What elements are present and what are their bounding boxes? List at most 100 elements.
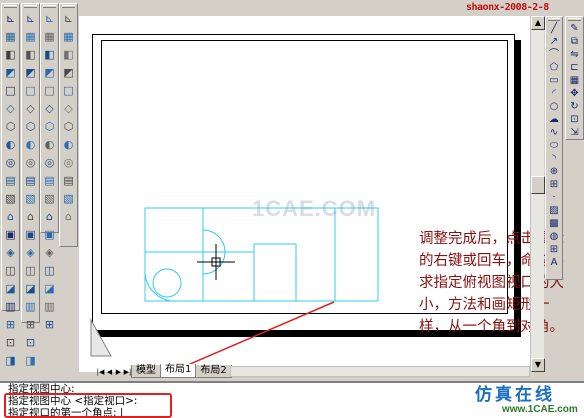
rectangle-icon[interactable]: ▭ [546,75,562,86]
flat-icon[interactable]: ◩ [61,64,77,80]
slice-icon[interactable]: ◎ [42,154,58,170]
light-icon[interactable]: ▤ [61,172,77,188]
zoom-icon[interactable]: ◩ [3,64,19,80]
box-icon[interactable]: ⊾ [42,10,58,26]
scene-icon[interactable]: ◎ [61,154,77,170]
vertical-scrollbar[interactable]: ▲ ▼ [530,16,545,372]
scale-icon[interactable]: ⊡ [567,114,583,125]
scroll-thumb[interactable] [531,176,545,194]
mirror-icon[interactable]: ⇋ [567,49,583,60]
tab-layout1[interactable]: 布局1 [160,364,197,378]
stretch-icon[interactable]: ⇲ [567,127,583,138]
union-icon[interactable]: ◫ [42,262,58,278]
spline-icon[interactable]: ∿ [546,127,562,138]
setup-drawing-icon[interactable]: ⌂ [42,208,58,224]
cylinder-icon[interactable]: ◧ [42,46,58,62]
linetype-icon[interactable]: ◫ [3,262,19,278]
offset-icon[interactable]: ⊏ [567,62,583,73]
subtract-icon[interactable]: ◪ [42,280,58,296]
tab-layout2[interactable]: 布局2 [195,365,232,378]
move-icon[interactable]: ✥ [567,88,583,99]
render-icon[interactable]: ◐ [61,136,77,152]
ucs-z-icon[interactable]: ⌂ [23,208,39,224]
copy-icon[interactable]: ⧉ [567,36,583,47]
point-icon[interactable]: · [546,192,562,203]
ucs-object-icon[interactable]: □ [23,82,39,98]
extrude-icon[interactable]: ⬡ [42,118,58,134]
scroll-down-arrow[interactable]: ▼ [531,358,545,372]
material-icon[interactable]: ▧ [61,190,77,206]
color-icon[interactable]: ◈ [3,244,19,260]
torus-icon[interactable]: ◇ [42,100,58,116]
snap-icon[interactable]: ◇ [3,100,19,116]
arc-icon[interactable]: ◜ [546,88,562,99]
view-back-icon[interactable]: ◨ [23,352,39,368]
model-icon[interactable]: ⌂ [3,208,19,224]
grid-icon[interactable]: □ [3,82,19,98]
3dorbit-icon[interactable]: ⊞ [42,316,58,332]
gouraud-edges-icon[interactable]: ⬡ [61,118,77,134]
ucs-x-icon[interactable]: ▤ [23,172,39,188]
ucs-3point-icon[interactable]: ◎ [23,154,39,170]
wedge-icon[interactable]: □ [42,82,58,98]
view-bottom-icon[interactable]: ◪ [23,280,39,296]
cone-icon[interactable]: ◩ [42,64,58,80]
ucs-zaxis-icon[interactable]: ◐ [23,136,39,152]
lwt-icon[interactable]: ▧ [3,190,19,206]
scroll-up-arrow[interactable]: ▲ [531,16,545,30]
cut-icon[interactable]: ◨ [3,352,19,368]
construction-line-icon[interactable]: ↗ [546,36,562,47]
tab-prev-arrow[interactable]: ◀ [105,366,114,378]
polar-icon[interactable]: ◐ [3,136,19,152]
make-block-icon[interactable]: ⊞ [546,179,562,190]
horizontal-scrollbar[interactable] [230,366,530,377]
line-icon[interactable]: ⊾ [3,10,19,26]
preview-icon[interactable]: ⊞ [3,316,19,332]
ucs-world-icon[interactable]: ▦ [23,28,39,44]
insert-block-icon[interactable]: ⊕ [546,166,562,177]
landscape-icon[interactable]: ⌂ [61,208,77,224]
revolve-icon[interactable]: ◐ [42,136,58,152]
ucs-face-icon[interactable]: ◩ [23,64,39,80]
hatch-icon[interactable]: ▨ [546,205,562,216]
ucs-icon[interactable]: ⊾ [23,10,39,26]
layer-icon[interactable]: ▣ [3,226,19,242]
drawing-area[interactable]: 1CAE.COM 调整完成后，点击鼠标的右键或回车，命令要求指定俯视图视口的大小… [79,16,564,372]
ellipse-arc-icon[interactable]: ◝ [546,153,562,164]
flat-edges-icon[interactable]: ◇ [61,100,77,116]
section-icon[interactable]: ▤ [42,172,58,188]
region-icon[interactable]: ◍ [546,231,562,242]
revcloud-icon[interactable]: ☁ [546,114,562,125]
named-ucs-icon[interactable]: ◈ [23,244,39,260]
polygon-icon[interactable]: ⬠ [546,62,562,73]
otrack-icon[interactable]: ▤ [3,172,19,188]
setup-profile-icon[interactable]: ◈ [42,244,58,260]
ortho-icon[interactable]: ⬡ [3,118,19,134]
shade-2d-icon[interactable]: ⊾ [61,10,77,26]
setup-view-icon[interactable]: ▣ [42,226,58,242]
tab-first-arrow[interactable]: |◀ [96,366,105,378]
rotate-icon[interactable]: ↻ [567,101,583,112]
plot-icon[interactable]: ▥ [3,298,19,314]
view-right-icon[interactable]: ⊞ [23,316,39,332]
draw-line-icon[interactable]: ╱ [546,23,562,34]
interfere-icon[interactable]: ▧ [42,190,58,206]
view-front-icon[interactable]: ⊡ [23,334,39,350]
pan-icon[interactable]: ◧ [3,46,19,62]
osnap-icon[interactable]: ◎ [3,154,19,170]
ucs-apply-icon[interactable]: ▣ [23,226,39,242]
ucs-y-icon[interactable]: ▧ [23,190,39,206]
view-left-icon[interactable]: ▥ [23,298,39,314]
view-top-icon[interactable]: ◫ [23,262,39,278]
polyline-icon[interactable]: ⌒ [546,49,562,60]
ucs-prev-icon[interactable]: ◧ [23,46,39,62]
ucs-view-icon[interactable]: ◇ [23,100,39,116]
gouraud-icon[interactable]: □ [61,82,77,98]
mtext-icon[interactable]: A [546,257,562,268]
tab-next-arrow[interactable]: ▶ [114,366,123,378]
sphere-icon[interactable]: ▦ [42,28,58,44]
gradient-icon[interactable]: ▩ [546,218,562,229]
intersect-icon[interactable]: ▥ [42,298,58,314]
ucs-origin-icon[interactable]: ⬡ [23,118,39,134]
ellipse-icon[interactable]: ⬭ [546,140,562,151]
